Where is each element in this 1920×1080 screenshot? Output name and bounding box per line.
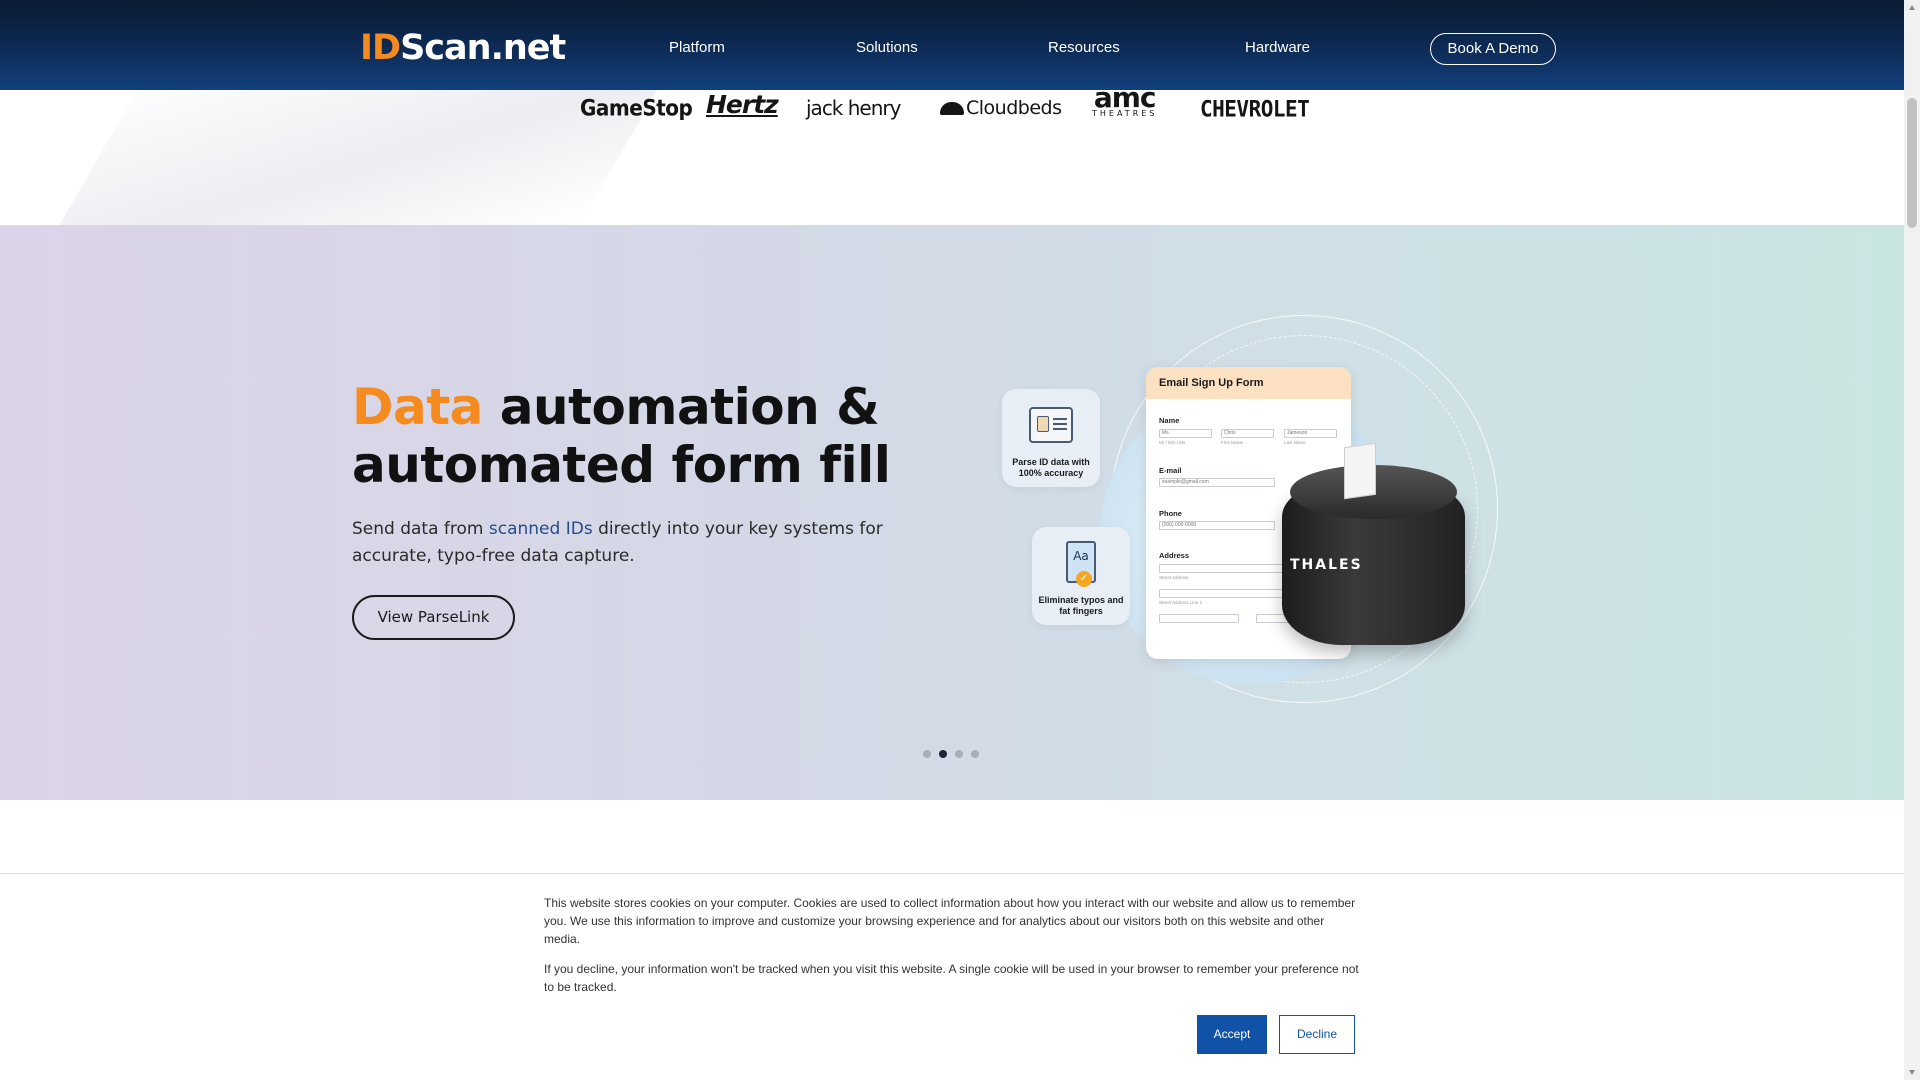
hero-illustration: Parse ID data with 100% accuracy Aa ✓ El…	[1000, 315, 1498, 715]
customer-logo-strip: GameStop Hertz jack henry Cloudbeds amc …	[0, 90, 1904, 225]
view-parselink-button[interactable]: View ParseLink	[352, 595, 515, 640]
cloud-icon	[940, 102, 964, 115]
hero-subtitle: Send data from scanned IDs directly into…	[352, 519, 883, 566]
form-title: Email Sign Up Form	[1146, 367, 1351, 399]
scanned-id-card	[1344, 442, 1376, 500]
hero-title-accent: Data	[352, 378, 483, 436]
parse-id-card: Parse ID data with 100% accuracy	[1002, 389, 1100, 487]
carousel-dot-3[interactable]	[955, 750, 963, 758]
carousel-dots	[923, 745, 987, 758]
hertz-logo: Hertz	[706, 90, 779, 119]
amc-theatres-logo: amc THEATRES	[1092, 90, 1158, 118]
eliminate-typos-card: Aa ✓ Eliminate typos and fat fingers	[1032, 527, 1130, 625]
hero-title: Data automation & automated form fill	[352, 378, 891, 494]
top-navigation: IDScan.net Platform Solutions Resources …	[0, 0, 1904, 90]
cookie-consent-banner: This website stores cookies on your comp…	[0, 873, 1904, 1080]
scanned-ids-link[interactable]: scanned IDs	[489, 519, 593, 539]
carousel-dot-4[interactable]	[971, 750, 979, 758]
page-scrollbar[interactable]	[1904, 0, 1920, 1080]
id-card-icon	[1029, 407, 1073, 443]
chevrolet-logo: CHEVROLET	[1200, 96, 1310, 122]
nav-platform[interactable]: Platform	[669, 38, 725, 58]
cloudbeds-logo: Cloudbeds	[940, 93, 1062, 123]
book-demo-button[interactable]: Book A Demo	[1430, 33, 1556, 65]
idscan-logo[interactable]: IDScan.net	[360, 28, 566, 68]
nav-solutions[interactable]: Solutions	[856, 38, 918, 58]
cookie-decline-text: If you decline, your information won't b…	[544, 962, 1359, 994]
carousel-dot-1[interactable]	[923, 750, 931, 758]
thales-scanner-device: THALES	[1282, 442, 1465, 645]
scroll-up-arrow-icon[interactable]	[1909, 5, 1915, 10]
accept-cookies-button[interactable]: Accept	[1197, 1015, 1267, 1054]
scroll-down-arrow-icon[interactable]	[1909, 1070, 1915, 1075]
nav-hardware[interactable]: Hardware	[1245, 38, 1310, 58]
decline-cookies-button[interactable]: Decline	[1279, 1015, 1355, 1054]
scanner-brand: THALES	[1290, 557, 1363, 573]
hero-carousel: Data automation & automated form fill Se…	[0, 225, 1904, 800]
gamestop-logo: GameStop	[580, 94, 693, 122]
jack-henry-logo: jack henry	[806, 96, 901, 120]
carousel-dot-2[interactable]	[939, 750, 947, 758]
nav-resources[interactable]: Resources	[1048, 38, 1120, 58]
check-icon: ✓	[1076, 571, 1092, 587]
scrollbar-thumb[interactable]	[1907, 98, 1917, 228]
cookie-text: This website stores cookies on your comp…	[544, 896, 1356, 946]
